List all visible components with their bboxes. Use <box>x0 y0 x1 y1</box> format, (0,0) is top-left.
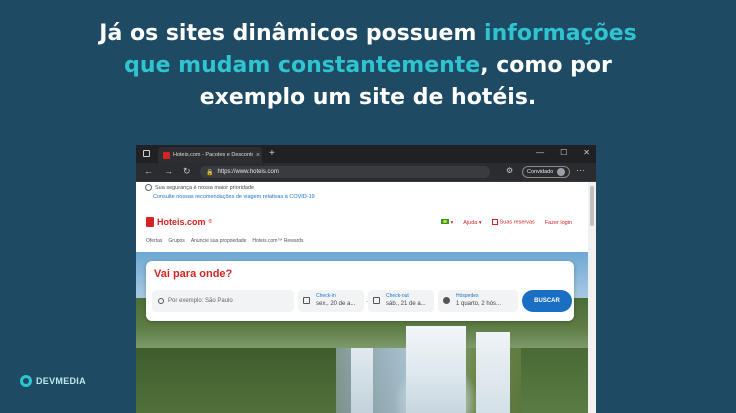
logo-text: DEVMEDIA <box>36 376 86 386</box>
checkout-field[interactable]: Check-out sáb., 21 de a... <box>368 290 434 312</box>
covid-link[interactable]: Consulte nossas recomendações de viagem … <box>145 193 315 202</box>
tab-close-icon[interactable]: × <box>256 152 260 159</box>
calendar-icon <box>373 297 380 304</box>
search-button[interactable]: BUSCAR <box>522 290 572 312</box>
title-bar: Hoteis.com - Pacotes e Descontos × + — ☐… <box>136 145 596 163</box>
calendar-icon <box>491 219 498 226</box>
destination-placeholder: Por exemplo: São Paulo <box>168 298 233 304</box>
back-arrow-icon[interactable]: ← <box>144 166 153 176</box>
subnav-item-list-property[interactable]: Anuncie sua propriedade <box>191 238 247 244</box>
lock-icon: 🔒 <box>206 169 214 176</box>
hero-waterfall-right <box>476 332 510 413</box>
url-text: https://www.hoteis.com <box>217 169 279 175</box>
help-link[interactable]: Ajuda ▾ <box>463 220 481 226</box>
reload-icon[interactable]: ↻ <box>183 166 191 177</box>
subnav-item-offers[interactable]: Ofertas <box>146 238 162 244</box>
checkout-label: Check-out <box>386 293 409 299</box>
brand-logo[interactable]: Hoteis.com ® <box>146 217 212 227</box>
login-link[interactable]: Fazer login <box>545 220 572 226</box>
web-page: Sua segurança é nossa maior prioridade C… <box>136 182 588 413</box>
close-window-button[interactable]: ✕ <box>583 148 590 157</box>
heading-line-3: exemplo um site de hotéis. <box>199 85 537 110</box>
hotels-logo-icon <box>146 217 154 227</box>
heading-line-2: que mudam constantemente, como por <box>124 53 612 78</box>
forward-arrow-icon[interactable]: → <box>164 166 173 176</box>
new-tab-button[interactable]: + <box>269 149 275 159</box>
hero-rocks-right <box>521 348 588 413</box>
calendar-icon <box>303 297 310 304</box>
guest-label: Convidado <box>527 169 554 175</box>
heading-highlight-1: informações <box>484 21 637 46</box>
hero-rocks-left <box>136 348 336 413</box>
covid-notice: Sua segurança é nossa maior prioridade C… <box>145 184 315 202</box>
brazil-flag-icon <box>440 219 449 224</box>
language-selector[interactable]: ▾ <box>440 219 453 226</box>
devmedia-logo: DEVMEDIA <box>20 375 86 387</box>
maximize-button[interactable]: ☐ <box>560 148 567 157</box>
guests-value: 1 quarto, 2 hós... <box>456 301 502 307</box>
avatar-icon <box>557 168 566 176</box>
subnav-item-rewards[interactable]: Hoteis.com™ Rewards <box>252 238 303 244</box>
scrollbar-thumb[interactable] <box>590 186 594 226</box>
url-input[interactable]: 🔒 https://www.hoteis.com <box>200 166 490 178</box>
destination-input[interactable]: Por exemplo: São Paulo <box>152 290 294 312</box>
guests-field[interactable]: Hóspedes 1 quarto, 2 hós... <box>438 290 518 312</box>
browser-window: Hoteis.com - Pacotes e Descontos × + — ☐… <box>136 145 596 413</box>
minimize-button[interactable]: — <box>536 148 544 157</box>
heading-line-1: Já os sites dinâmicos possuem informaçõe… <box>99 21 637 46</box>
browser-tab[interactable]: Hoteis.com - Pacotes e Descontos × <box>158 147 262 163</box>
checkin-label: Check-in <box>316 293 336 299</box>
extensions-icon[interactable]: ⚙ <box>506 166 513 175</box>
tab-actions-icon[interactable] <box>143 150 150 157</box>
page-scrollbar[interactable] <box>588 182 596 413</box>
checkin-field[interactable]: Check-in sex., 20 de a... <box>298 290 364 312</box>
hero-waterfall-small <box>351 348 373 413</box>
user-icon <box>443 297 450 304</box>
checkin-value: sex., 20 de a... <box>316 301 356 307</box>
sub-navigation: Ofertas Grupos Anuncie sua propriedade H… <box>146 238 304 244</box>
brand-registered-mark: ® <box>208 219 213 225</box>
heading-highlight-2: que mudam constantemente <box>124 53 481 78</box>
header-nav: ▾ Ajuda ▾ Suas reservas Fazer login <box>440 219 572 226</box>
devmedia-logo-icon <box>20 375 32 387</box>
tab-title: Hoteis.com - Pacotes e Descontos <box>173 152 253 158</box>
address-bar-row: ← → ↻ 🔒 https://www.hoteis.com ⚙ Convida… <box>136 163 596 182</box>
favicon-icon <box>163 151 170 159</box>
subnav-item-groups[interactable]: Grupos <box>168 238 184 244</box>
window-controls: — ☐ ✕ <box>536 148 590 157</box>
brand-name: Hoteis.com <box>157 217 206 227</box>
guests-label: Hóspedes <box>456 293 479 299</box>
search-card: Vai para onde? Por exemplo: São Paulo Ch… <box>146 261 574 321</box>
profile-button[interactable]: Convidado <box>522 166 571 178</box>
info-icon <box>145 184 152 192</box>
slide-heading: Já os sites dinâmicos possuem informaçõe… <box>0 18 736 114</box>
checkout-value: sáb., 21 de a... <box>386 301 426 307</box>
reservations-link[interactable]: Suas reservas <box>491 219 535 226</box>
search-icon <box>158 298 164 304</box>
search-title: Vai para onde? <box>154 268 233 280</box>
hero-waterfall-main <box>406 326 466 413</box>
more-menu-icon[interactable]: ··· <box>576 165 585 175</box>
